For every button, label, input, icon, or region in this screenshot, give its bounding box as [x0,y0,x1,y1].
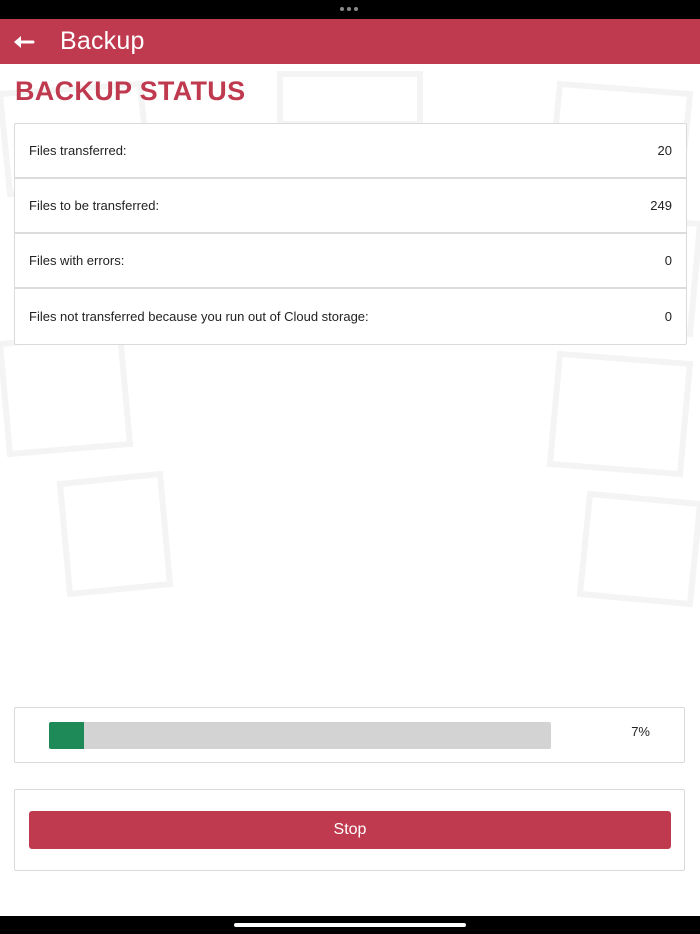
stat-value: 20 [657,143,672,158]
stat-label: Files with errors: [29,253,125,268]
back-button[interactable] [0,19,46,64]
progress-bar [49,722,551,749]
home-indicator[interactable] [234,923,466,927]
device-screen: Backup BACKUP STATUS Files transferred: … [0,0,700,934]
stat-label: Files not transferred because you run ou… [29,309,369,324]
stat-value: 0 [664,253,672,268]
section-title: BACKUP STATUS [15,76,246,106]
progress-percent: 7% [631,724,650,739]
stat-value: 0 [664,309,672,324]
progress-card: 7% [14,707,685,763]
stat-row-files-transferred: Files transferred: 20 [15,124,686,179]
action-card: Stop [14,789,685,871]
stat-row-files-to-be-transferred: Files to be transferred: 249 [15,179,686,234]
stat-row-files-not-transferred: Files not transferred because you run ou… [15,289,686,344]
stat-row-files-with-errors: Files with errors: 0 [15,234,686,289]
header-title: Backup [60,27,145,55]
arrow-left-icon [14,35,35,48]
stat-label: Files transferred: [29,143,127,158]
bottom-bezel [0,916,700,934]
stop-button[interactable]: Stop [29,811,671,849]
backup-stats-list: Files transferred: 20 Files to be transf… [14,123,687,345]
progress-bar-fill [49,722,85,749]
app-header: Backup [0,19,700,64]
stat-label: Files to be transferred: [29,198,160,213]
multitasking-dots-icon[interactable] [340,7,358,11]
top-bezel [0,0,700,19]
stat-value: 249 [650,198,672,213]
